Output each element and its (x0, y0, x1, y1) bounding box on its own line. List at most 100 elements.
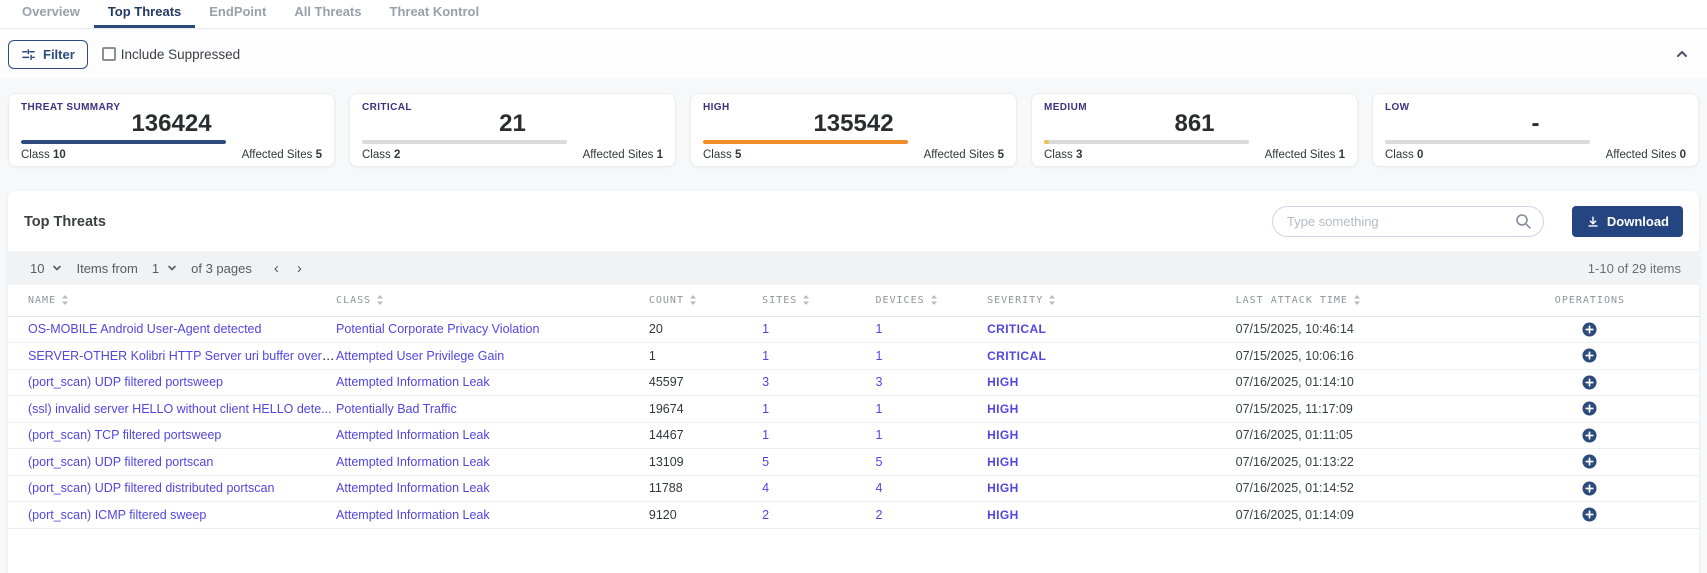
threat-class-link[interactable]: Potential Corporate Privacy Violation (336, 322, 539, 336)
tab-all-threats[interactable]: All Threats (280, 0, 375, 28)
page-size-select[interactable]: 10 (26, 261, 66, 276)
severity-cell[interactable]: HIGH (987, 396, 1236, 423)
expand-row-plus-button[interactable] (1582, 348, 1597, 363)
threat-class-link[interactable]: Attempted Information Leak (336, 481, 490, 495)
expand-row-plus-button[interactable] (1582, 454, 1597, 469)
tab-top-threats[interactable]: Top Threats (94, 0, 195, 28)
expand-row-plus-button[interactable] (1582, 322, 1597, 337)
card-progress-track (703, 140, 908, 144)
card-class-count: Class 3 (1044, 149, 1082, 161)
devices-link[interactable]: 1 (875, 428, 882, 442)
sites-link[interactable]: 5 (762, 455, 769, 469)
card-progress-track (362, 140, 567, 144)
threat-class-link[interactable]: Attempted User Privilege Gain (336, 349, 504, 363)
threat-name-link[interactable]: (port_scan) TCP filtered portsweep (28, 428, 221, 442)
include-suppressed-label: Include Suppressed (121, 47, 240, 62)
prev-page-button[interactable]: ‹ (270, 260, 283, 277)
table-row: SERVER-OTHER Kolibri HTTP Server uri buf… (8, 343, 1699, 370)
devices-link[interactable]: 1 (875, 322, 882, 336)
page-number-select[interactable]: 1 (148, 261, 181, 276)
devices-link[interactable]: 5 (875, 455, 882, 469)
threat-name-link[interactable]: (port_scan) UDP filtered portscan (28, 455, 213, 469)
count-cell: 19674 (649, 396, 762, 423)
count-cell: 1 (649, 343, 762, 370)
card-affected-sites: Affected Sites 5 (242, 149, 322, 161)
threat-name-link[interactable]: (port_scan) UDP filtered distributed por… (28, 481, 274, 495)
devices-link[interactable]: 1 (875, 349, 882, 363)
card-progress-fill (1044, 140, 1049, 144)
tab-threat-kontrol[interactable]: Threat Kontrol (376, 0, 494, 28)
sort-icon (689, 294, 697, 306)
card-class-count: Class 5 (703, 149, 741, 161)
sites-link[interactable]: 4 (762, 481, 769, 495)
severity-cell[interactable]: CRITICAL (987, 316, 1236, 343)
last-attack-time-cell: 07/16/2025, 01:14:52 (1236, 475, 1481, 502)
severity-cell[interactable]: HIGH (987, 369, 1236, 396)
threat-name-link[interactable]: SERVER-OTHER Kolibri HTTP Server uri buf… (28, 349, 336, 363)
severity-cell[interactable]: HIGH (987, 475, 1236, 502)
summary-card-low: LOW - Class 0 Affected Sites 0 (1372, 93, 1699, 167)
severity-cell[interactable]: HIGH (987, 449, 1236, 476)
expand-row-plus-button[interactable] (1582, 481, 1597, 496)
table-row: (port_scan) UDP filtered distributed por… (8, 475, 1699, 502)
expand-row-plus-button[interactable] (1582, 401, 1597, 416)
expand-row-plus-button[interactable] (1582, 507, 1597, 522)
count-cell: 13109 (649, 449, 762, 476)
card-affected-sites: Affected Sites 1 (583, 149, 663, 161)
include-suppressed-checkbox[interactable] (102, 47, 116, 61)
download-button[interactable]: Download (1572, 206, 1683, 237)
column-header-name[interactable]: NAME (8, 285, 336, 316)
count-cell: 14467 (649, 422, 762, 449)
threat-name-link[interactable]: OS-MOBILE Android User-Agent detected (28, 322, 261, 336)
items-range-label: 1-10 of 29 items (1588, 261, 1681, 276)
threat-name-link[interactable]: (port_scan) ICMP filtered sweep (28, 508, 206, 522)
column-header-last-attack-time[interactable]: LAST ATTACK TIME (1236, 285, 1481, 316)
card-class-count: Class 10 (21, 149, 66, 161)
threat-class-link[interactable]: Attempted Information Leak (336, 375, 490, 389)
threat-class-link[interactable]: Potentially Bad Traffic (336, 402, 457, 416)
count-cell: 45597 (649, 369, 762, 396)
filter-button[interactable]: Filter (8, 40, 88, 69)
table-row: (port_scan) UDP filtered portscan Attemp… (8, 449, 1699, 476)
column-header-severity[interactable]: SEVERITY (987, 285, 1236, 316)
threat-class-link[interactable]: Attempted Information Leak (336, 455, 490, 469)
column-header-class[interactable]: CLASS (336, 285, 649, 316)
card-affected-sites: Affected Sites 0 (1606, 149, 1686, 161)
summary-card-high: HIGH 135542 Class 5 Affected Sites 5 (690, 93, 1017, 167)
severity-cell[interactable]: HIGH (987, 502, 1236, 529)
threat-name-link[interactable]: (port_scan) UDP filtered portsweep (28, 375, 223, 389)
column-header-devices[interactable]: DEVICES (875, 285, 987, 316)
devices-link[interactable]: 4 (875, 481, 882, 495)
sites-link[interactable]: 1 (762, 402, 769, 416)
devices-link[interactable]: 1 (875, 402, 882, 416)
sort-icon (1048, 294, 1056, 306)
threat-class-link[interactable]: Attempted Information Leak (336, 508, 490, 522)
devices-link[interactable]: 2 (875, 508, 882, 522)
count-cell: 11788 (649, 475, 762, 502)
sites-link[interactable]: 1 (762, 322, 769, 336)
devices-link[interactable]: 3 (875, 375, 882, 389)
sites-link[interactable]: 1 (762, 428, 769, 442)
expand-row-plus-button[interactable] (1582, 428, 1597, 443)
severity-cell[interactable]: CRITICAL (987, 343, 1236, 370)
of-pages-label: of 3 pages (191, 261, 252, 276)
search-icon (1515, 213, 1532, 230)
sites-link[interactable]: 3 (762, 375, 769, 389)
severity-cell[interactable]: HIGH (987, 422, 1236, 449)
threat-class-link[interactable]: Attempted Information Leak (336, 428, 490, 442)
sites-link[interactable]: 1 (762, 349, 769, 363)
threat-name-link[interactable]: (ssl) invalid server HELLO without clien… (28, 402, 332, 416)
card-progress-fill (703, 140, 908, 144)
search-input[interactable] (1272, 206, 1544, 237)
sites-link[interactable]: 2 (762, 508, 769, 522)
expand-row-plus-button[interactable] (1582, 375, 1597, 390)
collapse-chevron-up-icon[interactable] (1675, 47, 1689, 61)
next-page-button[interactable]: › (293, 260, 306, 277)
column-header-count[interactable]: COUNT (649, 285, 762, 316)
table-row: (port_scan) ICMP filtered sweep Attempte… (8, 502, 1699, 529)
tab-endpoint[interactable]: EndPoint (195, 0, 280, 28)
tab-overview[interactable]: Overview (8, 0, 94, 28)
column-header-sites[interactable]: SITES (762, 285, 875, 316)
card-value: 136424 (21, 111, 322, 137)
card-progress-track (21, 140, 226, 144)
